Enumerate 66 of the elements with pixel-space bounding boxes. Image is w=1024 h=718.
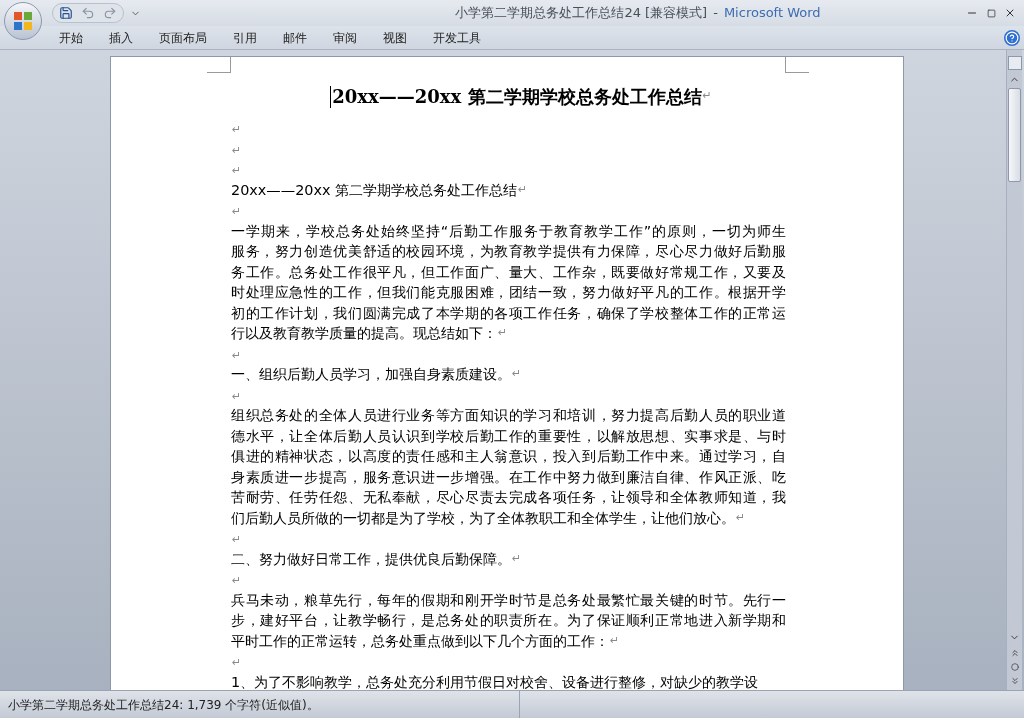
ribbon-tab[interactable]: 审阅 (320, 26, 370, 49)
paragraph-mark: ↵ (518, 181, 528, 198)
help-icon (1005, 30, 1019, 45)
scrollbar-thumb[interactable] (1008, 88, 1021, 182)
double-up-arrow-icon (1009, 648, 1020, 658)
margin-corner-mark (785, 57, 809, 73)
ribbon-tab[interactable]: 开发工具 (420, 26, 494, 49)
paragraph-mark: ↵ (512, 550, 522, 567)
text-line: 苦耐劳、任劳任怨、无私奉献，尽心尽责去完成各项任务，让领导和全体教师知道，我 (231, 488, 786, 507)
text-line: 二、努力做好日常工作，提供优良后勤保障。 (231, 549, 511, 569)
text-line: 行以及教育教学质量的提高。现总结如下： (231, 324, 497, 343)
double-down-arrow-icon (1009, 676, 1020, 686)
document-title: 20xx——20xx 第二学期学校总务处工作总结 (332, 85, 702, 109)
status-text: 小学第二学期总务处工作总结24: 1,739 个字符(近似值)。 (8, 696, 319, 714)
margin-corner-mark (207, 57, 231, 73)
paragraph-mark: ↵ (232, 348, 242, 362)
help-button[interactable] (1004, 29, 1020, 46)
paragraph-mark: ↵ (232, 574, 242, 587)
save-icon (59, 6, 73, 20)
undo-icon (81, 6, 95, 20)
ruler-toggle-button[interactable] (1007, 56, 1022, 70)
text-line: 20xx——20xx 第二学期学校总务处工作总结 (231, 180, 518, 200)
paragraph-mark: ↵ (232, 123, 242, 136)
ribbon-tab[interactable]: 页面布局 (146, 26, 220, 49)
text-line: 一学期来，学校总务处始终坚持“后勤工作服务于教育教学工作”的原则，一切为师生 (231, 221, 786, 241)
paragraph-mark: ↵ (498, 325, 508, 341)
redo-icon (103, 6, 117, 20)
ribbon-tab[interactable]: 邮件 (270, 26, 320, 49)
paragraph-mark: ↵ (232, 143, 242, 157)
paragraph-mark: ↵ (232, 389, 242, 403)
paragraph-mark: ↵ (736, 509, 746, 526)
title-separator: - (713, 4, 718, 23)
ribbon-tab[interactable]: 视图 (370, 26, 420, 49)
restore-icon (986, 8, 996, 18)
office-logo-icon (12, 10, 34, 32)
paragraph-mark: ↵ (512, 366, 522, 382)
paragraph-mark: ↵ (232, 205, 242, 218)
text-line: 服务，努力创造优美舒适的校园环境，为教育教学提供有力保障，尽心尽力做好后勤服 (231, 242, 786, 261)
office-button[interactable] (4, 2, 42, 40)
text-line: 时处理应急性的工作，但我们能克服困难，团结一致，努力做好平凡的工作。根据开学 (231, 283, 786, 302)
ribbon-tab[interactable]: 插入 (96, 26, 146, 49)
text-line: 们后勤人员所做的一切都是为了学校，为了全体教职工和全体学生，让他们放心。 (231, 508, 735, 528)
paragraph-mark: ↵ (610, 632, 620, 649)
text-line: 务工作。总务处工作很平凡，但工作面广、量大、工作杂，既要做好常规工作，又要及 (231, 262, 786, 282)
circle-icon (1010, 663, 1019, 671)
paragraph-mark: ↵ (232, 533, 242, 546)
text-line: 平时工作的正常运转，总务处重点做到以下几个方面的工作： (231, 631, 609, 651)
text-line: 1、为了不影响教学，总务处充分利用节假日对校舍、设备进行整修，对缺少的教学设 (231, 672, 759, 690)
text-line: 俱进的精神状态，以高度的责任感和主人翁意识，投入到后勤工作中来。通过学习，自 (231, 447, 786, 466)
text-line: 组织总务处的全体人员进行业务等方面知识的学习和培训，努力提高后勤人员的职业道 (231, 406, 786, 425)
text-cursor (330, 85, 332, 108)
paragraph-mark: ↵ (702, 88, 712, 105)
text-line: 步，建好平台，让教学畅行，是总务处的职责所在。为了保证顺利正常地进入新学期和 (231, 611, 786, 630)
paragraph-mark: ↵ (232, 164, 242, 177)
ribbon-tab[interactable]: 开始 (46, 26, 96, 49)
app-name: Microsoft Word (723, 4, 821, 23)
window-title: 小学第二学期总务处工作总结24 [兼容模式] (455, 4, 708, 23)
text-line: 一、组织后勤人员学习，加强自身素质建设。 (231, 365, 511, 384)
ribbon-tab[interactable]: 引用 (220, 26, 270, 49)
text-line: 德水平，让全体后勤人员认识到学校后勤工作的重要性，以解放思想、实事求是、与时 (231, 426, 786, 446)
text-line: 身素质进一步提高，服务意识进一步增强。在工作中努力做到廉洁自律、作风正派、吃 (231, 467, 786, 487)
text-line: 初的工作计划，我们圆满完成了本学期的各项工作任务，确保了学校整体工作的正常运 (231, 303, 786, 323)
paragraph-mark: ↵ (232, 656, 242, 669)
close-icon (1004, 7, 1016, 19)
text-line: 兵马未动，粮草先行，每年的假期和刚开学时节是总务处最繁忙最关键的时节。先行一 (231, 590, 786, 610)
save-button[interactable] (57, 4, 75, 22)
